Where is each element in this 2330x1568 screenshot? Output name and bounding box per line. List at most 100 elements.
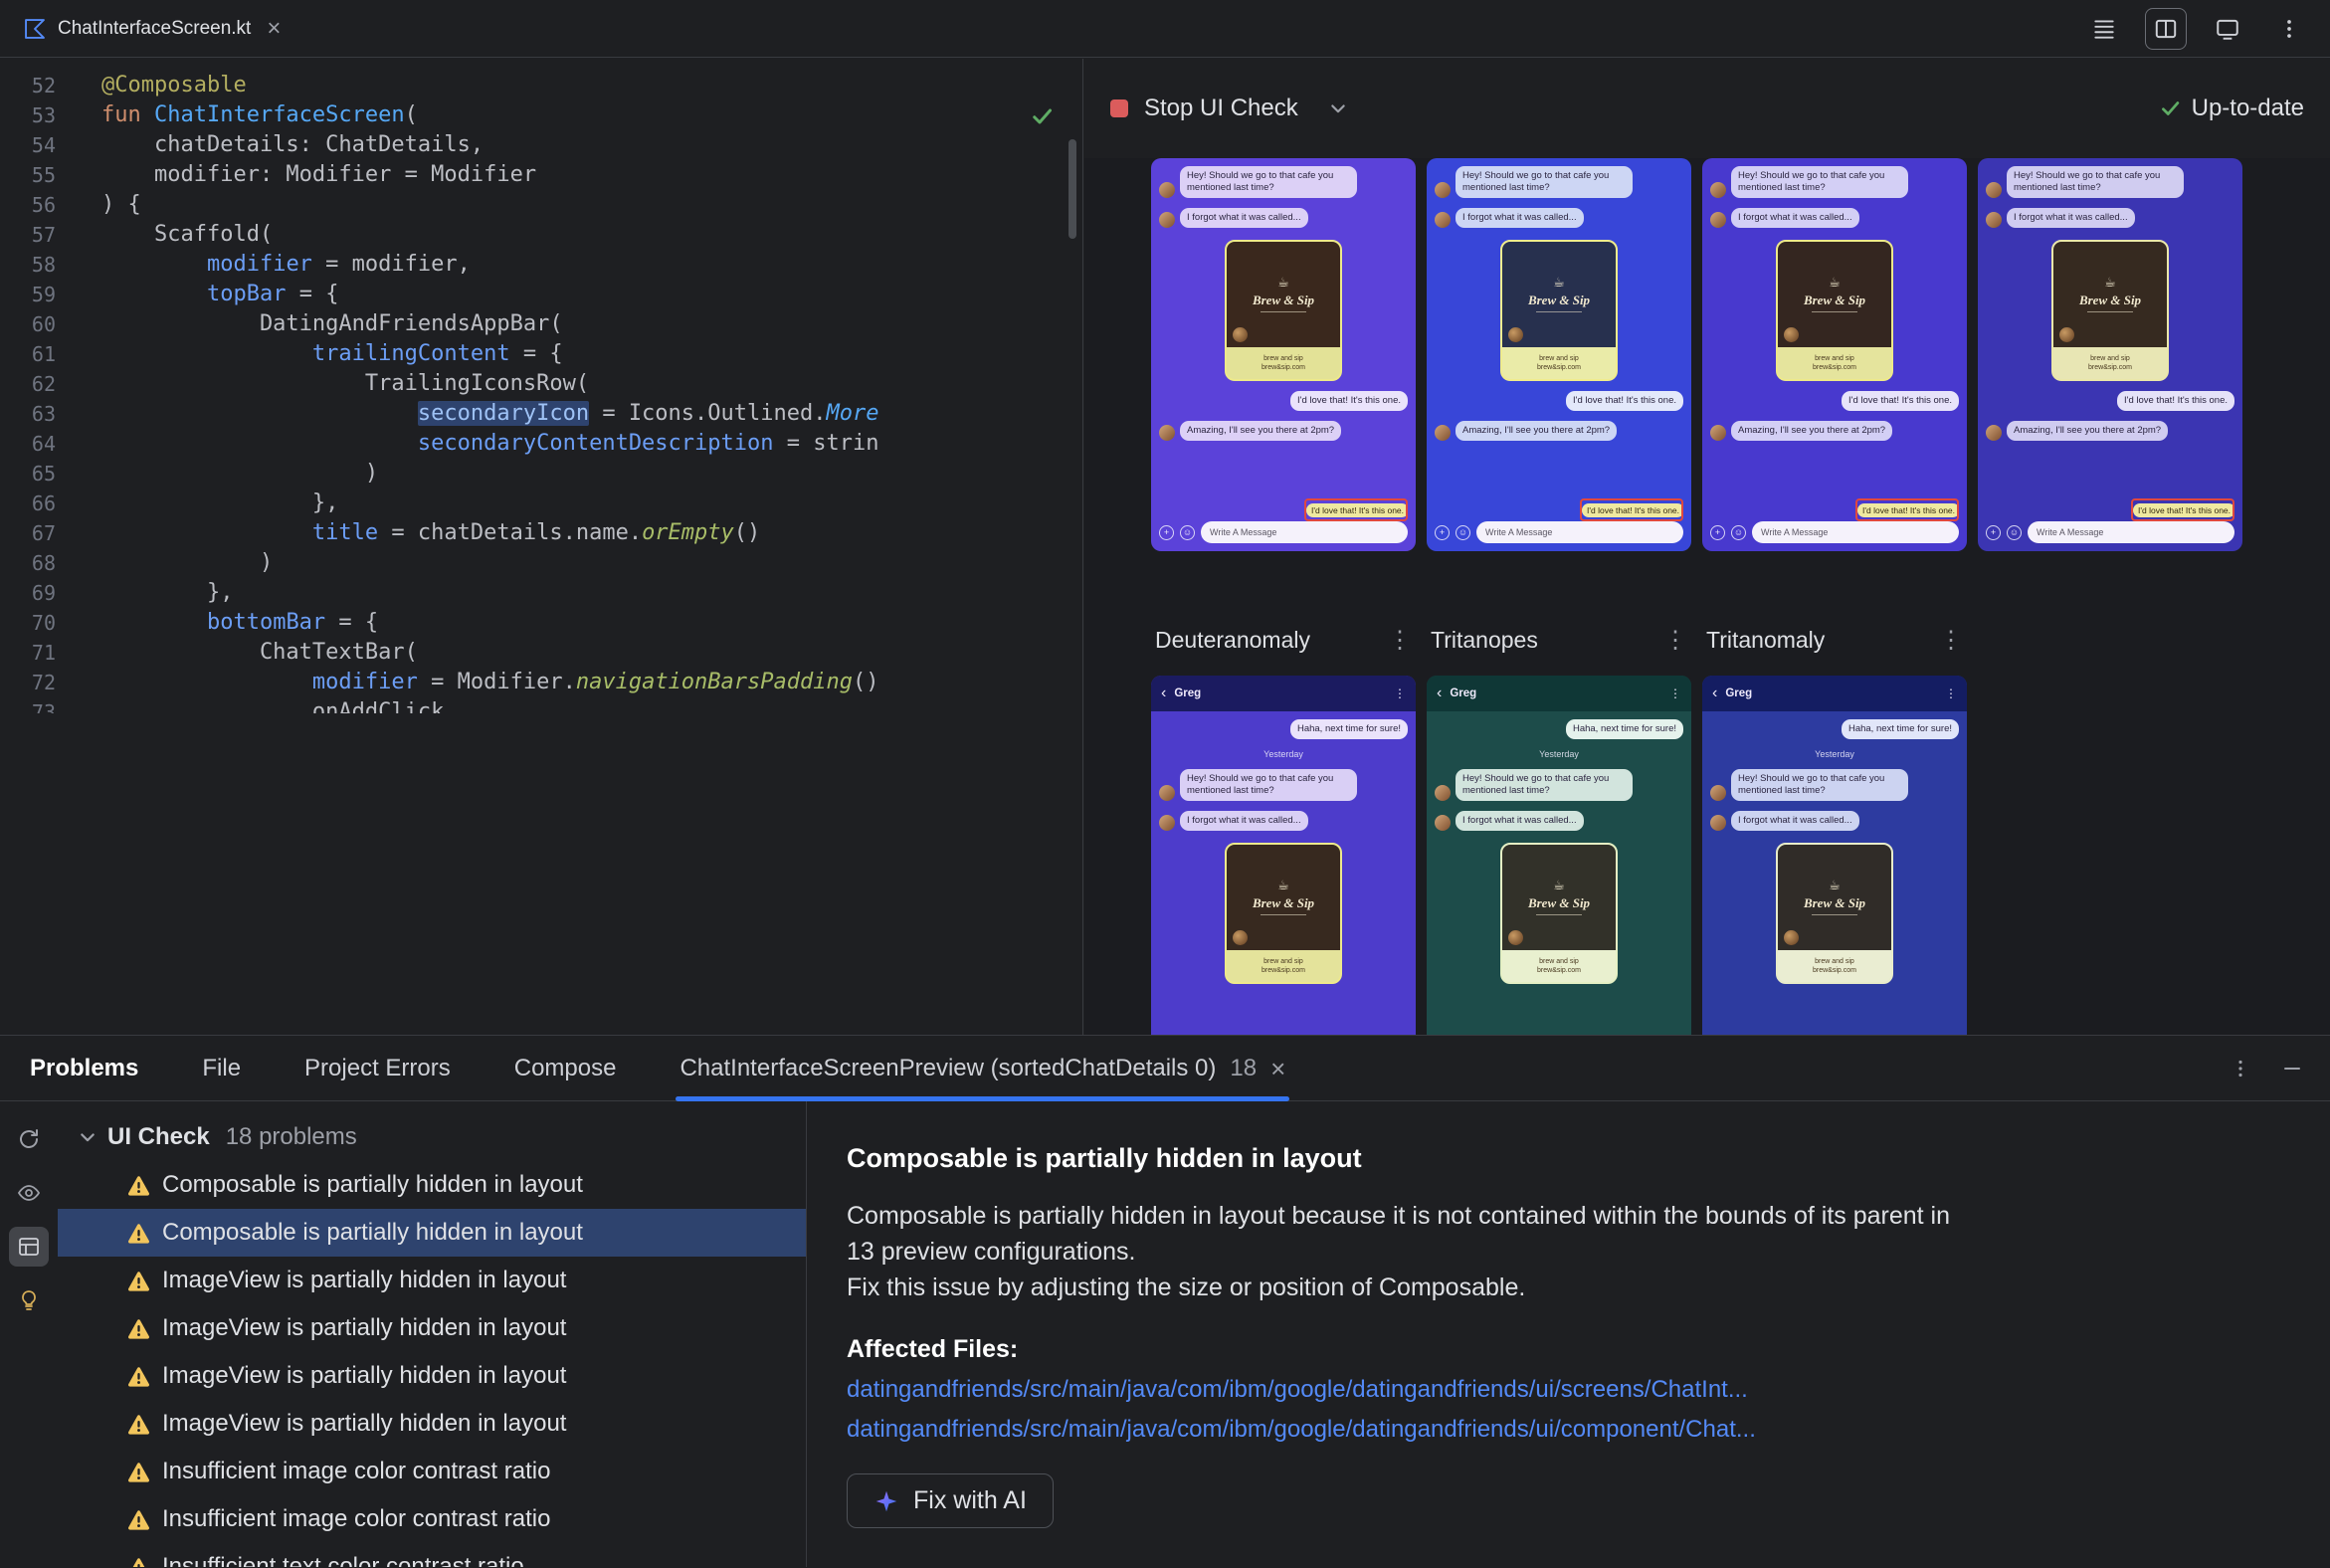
- stop-ui-check-button[interactable]: Stop UI Check: [1144, 95, 1298, 122]
- affected-file-link[interactable]: datingandfriends/src/main/java/com/ibm/g…: [847, 1416, 2290, 1444]
- problems-tab[interactable]: ChatInterfaceScreenPreview (sortedChatDe…: [676, 1036, 1290, 1101]
- code-line[interactable]: 54 chatDetails: ChatDetails,: [0, 130, 1082, 160]
- fix-with-ai-button[interactable]: Fix with AI: [847, 1473, 1054, 1528]
- code-line[interactable]: 59 topBar = {: [0, 280, 1082, 309]
- affected-file-link[interactable]: datingandfriends/src/main/java/com/ibm/g…: [847, 1376, 2290, 1404]
- preview-phone[interactable]: Hey! Should we go to that cafe you menti…: [1978, 158, 2242, 551]
- chat-bubble: Hey! Should we go to that cafe you menti…: [1456, 166, 1633, 198]
- message-input-bar: + ☺ Write A Message: [1986, 521, 2234, 543]
- code-line[interactable]: 53 fun ChatInterfaceScreen(: [0, 100, 1082, 130]
- code-text: modifier = Modifier.navigationBarsPaddin…: [311, 670, 879, 694]
- code-line[interactable]: 69 },: [0, 578, 1082, 608]
- code-line[interactable]: 60 DatingAndFriendsAppBar(: [0, 309, 1082, 339]
- more-options-icon[interactable]: ⋮: [1939, 626, 1963, 655]
- editor-scrollbar[interactable]: [1068, 139, 1076, 239]
- code-line[interactable]: 61 trailingContent = {: [0, 339, 1082, 369]
- code-line[interactable]: 58 modifier = modifier,: [0, 250, 1082, 280]
- line-number: 69: [31, 581, 56, 605]
- more-vertical-icon[interactable]: [2268, 8, 2310, 50]
- card-line1: brew and sip: [1263, 957, 1303, 965]
- code-line[interactable]: 72 modifier = Modifier.navigationBarsPad…: [0, 668, 1082, 697]
- code-line[interactable]: 64 secondaryContentDescription = strin: [0, 429, 1082, 459]
- code-line[interactable]: 66 },: [0, 489, 1082, 518]
- problem-item[interactable]: Insufficient image color contrast ratio: [58, 1495, 806, 1543]
- file-tab[interactable]: ChatInterfaceScreen.kt ×: [0, 0, 300, 57]
- chat-message-received: Hey! Should we go to that cafe you menti…: [1435, 166, 1683, 198]
- chevron-down-icon[interactable]: [78, 1127, 97, 1147]
- code-line[interactable]: 62 TrailingIconsRow(: [0, 369, 1082, 399]
- contact-name: Greg: [1725, 687, 1753, 699]
- line-number: 65: [31, 462, 56, 486]
- preview-phone[interactable]: Hey! Should we go to that cafe you menti…: [1702, 158, 1967, 551]
- preview-canvas[interactable]: Hey! Should we go to that cafe you menti…: [1084, 158, 2330, 1035]
- problems-tab[interactable]: File: [202, 1036, 241, 1100]
- preview-phone[interactable]: ‹ Greg ⋮ Haha, next time for sure! Yesterday…: [1427, 676, 1691, 1035]
- preview-phone[interactable]: Hey! Should we go to that cafe you menti…: [1427, 158, 1691, 551]
- code-line[interactable]: 56) {: [0, 190, 1082, 220]
- code-editor[interactable]: 52 @Composable 53 fun ChatInterfaceScreen(5…: [0, 59, 1083, 1035]
- device-preview-icon[interactable]: [2207, 8, 2248, 50]
- brew-sip-title: Brew & Sip: [2078, 293, 2142, 307]
- show-details-icon[interactable]: [9, 1227, 49, 1267]
- code-line[interactable]: 57 Scaffold(: [0, 220, 1082, 250]
- avatar: [1435, 785, 1451, 801]
- code-text: modifier: Modifier = Modifier: [101, 162, 537, 187]
- problem-item[interactable]: ImageView is partially hidden in layout: [58, 1352, 806, 1400]
- avatar: [1159, 785, 1175, 801]
- problems-tab[interactable]: Problems: [30, 1036, 138, 1100]
- code-line[interactable]: 55 modifier: Modifier = Modifier: [0, 160, 1082, 190]
- structure-icon[interactable]: [2083, 8, 2125, 50]
- problem-item[interactable]: ImageView is partially hidden in layout: [58, 1257, 806, 1304]
- close-tab-icon[interactable]: ×: [267, 16, 281, 41]
- warning-icon: [127, 1461, 150, 1483]
- code-line[interactable]: 67 title = chatDetails.name.orEmpty(): [0, 518, 1082, 548]
- inspections-ok-icon[interactable]: [1031, 104, 1055, 133]
- code-line[interactable]: 63 secondaryIcon = Icons.Outlined.More: [0, 399, 1082, 429]
- logo-divider: [1536, 914, 1582, 915]
- clipped-bubble: I'd love that! It's this one.: [1582, 502, 1681, 517]
- lightbulb-icon[interactable]: [9, 1280, 49, 1320]
- preview-phone[interactable]: ‹ Greg ⋮ Haha, next time for sure! Yesterday…: [1151, 676, 1416, 1035]
- code-line[interactable]: 68 ): [0, 548, 1082, 578]
- problem-item[interactable]: Composable is partially hidden in layout: [58, 1209, 806, 1257]
- code-line[interactable]: 71 ChatTextBar(: [0, 638, 1082, 668]
- problem-item[interactable]: Insufficient image color contrast ratio: [58, 1448, 806, 1495]
- warning-icon: [127, 1317, 150, 1340]
- card-line1: brew and sip: [1263, 354, 1303, 362]
- problem-item[interactable]: ImageView is partially hidden in layout: [58, 1400, 806, 1448]
- problem-item[interactable]: ImageView is partially hidden in layout: [58, 1304, 806, 1352]
- problems-tab[interactable]: Compose: [514, 1036, 617, 1100]
- avatar: [1710, 785, 1726, 801]
- line-number: 53: [31, 103, 56, 127]
- stop-icon[interactable]: [1110, 99, 1128, 117]
- code-line[interactable]: 65 ): [0, 459, 1082, 489]
- problems-tab[interactable]: Project Errors: [304, 1036, 451, 1100]
- code-line[interactable]: 70 bottomBar = {: [0, 608, 1082, 638]
- code-line[interactable]: 52 @Composable: [0, 71, 1082, 100]
- preview-phone[interactable]: ‹ Greg ⋮ Haha, next time for sure! Yesterday…: [1702, 676, 1967, 1035]
- chevron-down-icon[interactable]: [1328, 98, 1348, 118]
- affected-files-list: datingandfriends/src/main/java/com/ibm/g…: [847, 1376, 2290, 1444]
- code-text: fun ChatInterfaceScreen(: [101, 102, 418, 127]
- preview-eye-icon[interactable]: [9, 1173, 49, 1213]
- minimize-icon[interactable]: [2280, 1057, 2304, 1080]
- problem-item[interactable]: Composable is partially hidden in layout: [58, 1161, 806, 1209]
- chat-message-received: Hey! Should we go to that cafe you menti…: [1710, 769, 1959, 801]
- avatar: [1710, 425, 1726, 441]
- more-vertical-icon[interactable]: [2229, 1057, 2252, 1080]
- close-tab-icon[interactable]: ×: [1270, 1056, 1285, 1081]
- refresh-icon[interactable]: [9, 1119, 49, 1159]
- problem-text: Insufficient text color contrast ratio: [162, 1553, 524, 1567]
- ui-check-group-row[interactable]: UI Check 18 problems: [58, 1113, 806, 1161]
- more-options-icon[interactable]: ⋮: [1388, 626, 1412, 655]
- chat-bubble: I forgot what it was called...: [1180, 208, 1308, 228]
- clipped-bubble: I'd love that! It's this one.: [1857, 502, 1957, 517]
- preview-phone[interactable]: Hey! Should we go to that cafe you menti…: [1151, 158, 1416, 551]
- problem-item[interactable]: Insufficient text color contrast ratio: [58, 1543, 806, 1567]
- more-options-icon[interactable]: ⋮: [1663, 626, 1687, 655]
- code-line[interactable]: 73 onAddClick: [0, 697, 1082, 713]
- coffee-cup-icon: ☕: [2104, 276, 2116, 291]
- split-editor-icon[interactable]: [2145, 7, 2187, 50]
- chat-bubble: I forgot what it was called...: [1731, 208, 1859, 228]
- layout-error-highlight: I'd love that! It's this one.: [1855, 498, 1959, 521]
